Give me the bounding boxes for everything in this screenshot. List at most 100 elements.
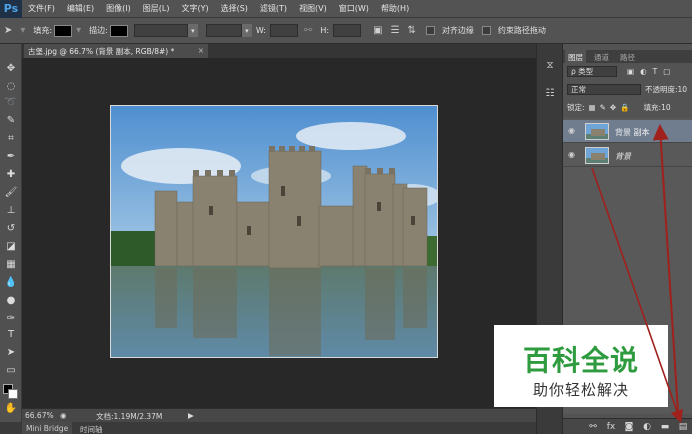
history-panel-icon[interactable]: ⧖ bbox=[542, 58, 558, 74]
new-group-icon[interactable]: ▬ bbox=[659, 421, 671, 433]
quick-select-tool-icon[interactable]: ✎ bbox=[4, 114, 18, 128]
tool-preset-dropdown-icon[interactable]: ▾ bbox=[20, 25, 25, 36]
layer-row-background[interactable]: ◉ 背景 bbox=[563, 144, 692, 167]
background-color-swatch[interactable] bbox=[8, 389, 18, 399]
menu-window[interactable]: 窗口(W) bbox=[333, 3, 375, 14]
lock-all-icon[interactable]: 🔒 bbox=[620, 103, 629, 112]
crop-tool-icon[interactable]: ⌗ bbox=[4, 132, 18, 146]
filter-type-icon[interactable]: T bbox=[653, 67, 658, 76]
layer-thumbnail bbox=[585, 147, 609, 164]
adjustment-layer-icon[interactable]: ◐ bbox=[641, 421, 653, 433]
castle-photo bbox=[110, 105, 438, 358]
lock-position-icon[interactable]: ✥ bbox=[610, 103, 616, 112]
lock-label: 锁定: bbox=[567, 103, 585, 112]
new-layer-icon[interactable]: ▤ bbox=[677, 421, 689, 433]
menu-edit[interactable]: 编辑(E) bbox=[61, 3, 100, 14]
layer-name: 背景 bbox=[615, 152, 631, 161]
zoom-level[interactable]: 66.67% bbox=[25, 411, 54, 420]
document-tab[interactable]: 古堡.jpg @ 66.7% (背景 副本, RGB/8#) * × bbox=[24, 44, 208, 58]
clone-stamp-tool-icon[interactable]: ⊥ bbox=[4, 204, 18, 218]
path-alignment-icon[interactable]: ☰ bbox=[391, 25, 400, 36]
hand-tool-icon[interactable]: ✋ bbox=[4, 402, 18, 416]
stroke-width-field[interactable] bbox=[133, 24, 188, 37]
stroke-label: 描边: bbox=[89, 26, 108, 35]
canvas-area[interactable] bbox=[22, 58, 536, 408]
filter-pixel-icon[interactable]: ▣ bbox=[627, 67, 634, 76]
link-icon[interactable]: ⚯ bbox=[304, 25, 312, 36]
move-tool-icon[interactable]: ✥ bbox=[4, 62, 18, 76]
status-options-icon[interactable]: ◉ bbox=[60, 411, 67, 420]
gradient-tool-icon[interactable]: ▦ bbox=[4, 258, 18, 272]
options-bar: ➤ ▾ 填充: ▾ 描边: ▾ ▾ W: ⚯ H: ▣ ☰ ⇅ 对齐边缘 约束路… bbox=[0, 18, 692, 44]
w-label: W: bbox=[255, 26, 266, 35]
filter-shape-icon[interactable]: ▢ bbox=[663, 67, 670, 76]
watermark-subtitle: 助你轻松解决 bbox=[532, 381, 629, 399]
lock-transparency-icon[interactable]: ▦ bbox=[589, 103, 596, 112]
tools-panel: ✥ ◌ ➰ ✎ ⌗ ✒ ✚ 🖌 ⊥ ↺ ◪ ▦ 💧 ● ✑ T ➤ ▭ ✋ bbox=[0, 44, 22, 424]
brush-tool-icon[interactable]: 🖌 bbox=[4, 186, 18, 200]
visibility-eye-icon[interactable]: ◉ bbox=[568, 126, 578, 136]
tab-paths[interactable]: 路径 bbox=[617, 50, 638, 63]
layer-row-background-copy[interactable]: ◉ 背景 副本 bbox=[563, 120, 692, 143]
fill-swatch[interactable] bbox=[54, 24, 73, 37]
path-select-tool-icon[interactable]: ➤ bbox=[4, 25, 12, 36]
height-field[interactable] bbox=[333, 24, 362, 37]
constrain-path-label: 约束路径拖动 bbox=[497, 26, 546, 35]
path-arrangement-icon[interactable]: ⇅ bbox=[408, 25, 416, 36]
link-layers-icon[interactable]: ⚯ bbox=[587, 421, 599, 433]
menu-layer[interactable]: 图层(L) bbox=[137, 3, 176, 14]
opacity-label: 不透明度: bbox=[645, 85, 678, 94]
filter-adjustment-icon[interactable]: ◐ bbox=[640, 67, 647, 76]
visibility-eye-icon[interactable]: ◉ bbox=[568, 150, 578, 160]
fill-label: 填充: bbox=[33, 26, 53, 35]
h-label: H: bbox=[320, 26, 330, 35]
document-info: 文档:1.19M/2.37M bbox=[96, 412, 163, 421]
layer-filter-dropdown[interactable]: ρ 类型 bbox=[567, 66, 617, 77]
blur-tool-icon[interactable]: 💧 bbox=[4, 276, 18, 290]
opacity-value[interactable]: 10 bbox=[678, 85, 688, 94]
status-menu-arrow-icon[interactable]: ▶ bbox=[188, 411, 194, 420]
watermark-logo: 百科全说 助你轻松解决 bbox=[494, 325, 668, 407]
width-field[interactable] bbox=[270, 24, 298, 37]
menu-file[interactable]: 文件(F) bbox=[22, 3, 61, 14]
menu-bar: Ps 文件(F) 编辑(E) 图像(I) 图层(L) 文字(Y) 选择(S) 滤… bbox=[0, 0, 692, 18]
menu-type[interactable]: 文字(Y) bbox=[175, 3, 214, 14]
healing-brush-tool-icon[interactable]: ✚ bbox=[4, 168, 18, 182]
tab-layers[interactable]: 图层 bbox=[565, 50, 586, 63]
add-mask-icon[interactable]: ◙ bbox=[623, 421, 635, 433]
status-bar: 66.67% ◉ 文档:1.19M/2.37M ▶ bbox=[22, 408, 536, 422]
lock-image-icon[interactable]: ✎ bbox=[600, 103, 606, 112]
stroke-type-dropdown[interactable]: ▾ bbox=[241, 24, 252, 37]
dodge-tool-icon[interactable]: ● bbox=[4, 294, 18, 308]
menu-view[interactable]: 视图(V) bbox=[293, 3, 333, 14]
eyedropper-tool-icon[interactable]: ✒ bbox=[4, 150, 18, 164]
stroke-swatch[interactable] bbox=[109, 24, 128, 37]
menu-filter[interactable]: 滤镜(T) bbox=[254, 3, 293, 14]
properties-panel-icon[interactable]: ☷ bbox=[542, 86, 558, 102]
type-tool-icon[interactable]: T bbox=[4, 328, 18, 342]
layer-style-fx-icon[interactable]: fx bbox=[605, 421, 617, 433]
lasso-tool-icon[interactable]: ➰ bbox=[4, 96, 18, 110]
tab-timeline[interactable]: 时间轴 bbox=[76, 422, 107, 434]
tab-mini-bridge[interactable]: Mini Bridge bbox=[22, 422, 73, 434]
path-operations-icon[interactable]: ▣ bbox=[373, 25, 382, 36]
shape-tool-icon[interactable]: ▭ bbox=[4, 364, 18, 378]
marquee-tool-icon[interactable]: ◌ bbox=[4, 80, 18, 94]
align-edges-checkbox[interactable] bbox=[425, 26, 435, 35]
blend-mode-dropdown[interactable]: 正常 bbox=[567, 84, 641, 95]
panel-tabs: 图层 通道 路径 bbox=[563, 50, 692, 63]
constrain-path-checkbox[interactable] bbox=[481, 26, 491, 35]
menu-help[interactable]: 帮助(H) bbox=[375, 3, 415, 14]
tab-channels[interactable]: 通道 bbox=[591, 50, 612, 63]
menu-image[interactable]: 图像(I) bbox=[100, 3, 137, 14]
history-brush-tool-icon[interactable]: ↺ bbox=[4, 222, 18, 236]
pen-tool-icon[interactable]: ✑ bbox=[4, 312, 18, 326]
path-selection-tool-icon[interactable]: ➤ bbox=[4, 346, 18, 360]
fill-dropdown-icon[interactable]: ▾ bbox=[76, 25, 81, 36]
menu-select[interactable]: 选择(S) bbox=[215, 3, 254, 14]
eraser-tool-icon[interactable]: ◪ bbox=[4, 240, 18, 254]
stroke-width-dropdown[interactable]: ▾ bbox=[187, 24, 198, 37]
close-tab-icon[interactable]: × bbox=[198, 46, 204, 55]
stroke-type-field[interactable] bbox=[205, 24, 242, 37]
fill-value[interactable]: 10 bbox=[661, 103, 671, 112]
